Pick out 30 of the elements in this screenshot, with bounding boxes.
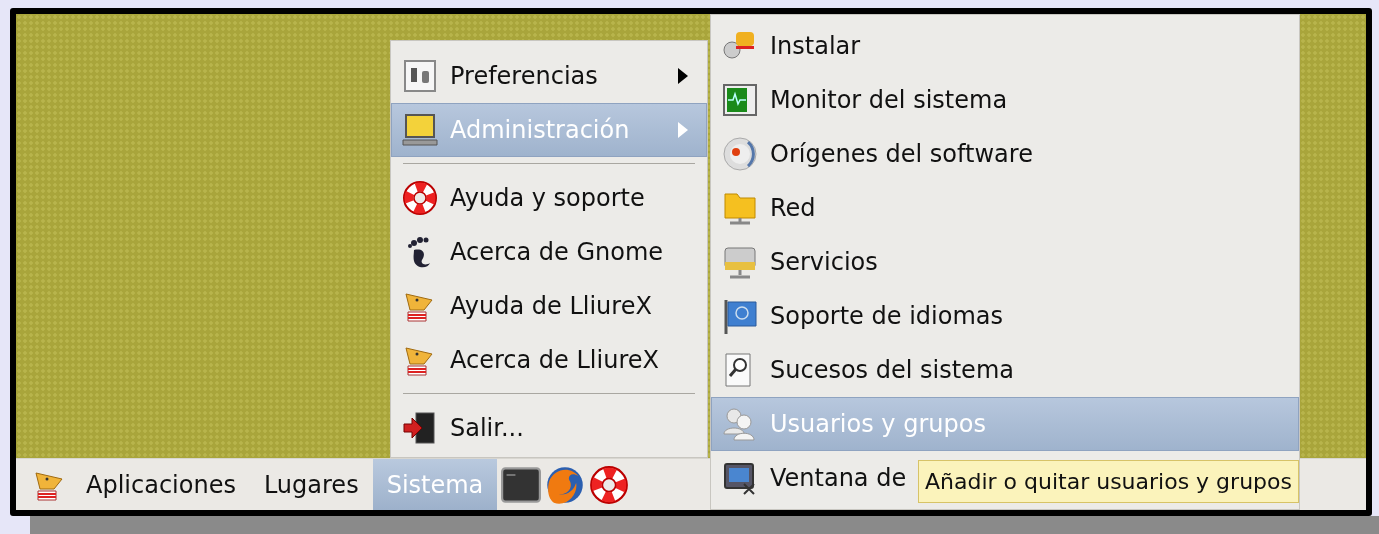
exit-door-icon: [402, 410, 438, 446]
laptop-icon: [402, 112, 438, 148]
menu-item[interactable]: Ayuda de LliureX: [391, 279, 707, 333]
panel-menu[interactable]: Aplicaciones: [72, 459, 250, 510]
preferences-icon: [402, 58, 438, 94]
menu-item[interactable]: Red: [711, 181, 1299, 235]
monitor-icon: [722, 460, 758, 496]
menu-item[interactable]: Sucesos del sistema: [711, 343, 1299, 397]
menu-item[interactable]: Monitor del sistema: [711, 73, 1299, 127]
menu-item[interactable]: Preferencias: [391, 49, 707, 103]
lifebuoy-icon: [589, 464, 630, 505]
menu-item[interactable]: Ayuda y soporte: [391, 171, 707, 225]
menu-item[interactable]: Acerca de LliureX: [391, 333, 707, 387]
menu-item[interactable]: Instalar: [711, 19, 1299, 73]
users-icon: [722, 406, 758, 442]
disc-icon: [722, 136, 758, 172]
monitor-chart-icon: [722, 82, 758, 118]
terminal-icon: [501, 464, 542, 505]
menu-item[interactable]: Salir...: [391, 401, 707, 455]
menu-item[interactable]: Orígenes del software: [711, 127, 1299, 181]
flag-icon: [722, 298, 758, 334]
browser-globe-icon: [545, 464, 586, 505]
menu-item[interactable]: Soporte de idiomas: [711, 289, 1299, 343]
panel-menu[interactable]: Lugares: [249, 459, 373, 510]
lifebuoy-icon: [402, 180, 438, 216]
server-icon: [722, 244, 758, 280]
tooltip: Añadir o quitar usuarios y grupos: [918, 460, 1299, 503]
menu-item[interactable]: Servicios: [711, 235, 1299, 289]
menu-item[interactable]: Acerca de Gnome: [391, 225, 707, 279]
network-folder-icon: [722, 190, 758, 226]
